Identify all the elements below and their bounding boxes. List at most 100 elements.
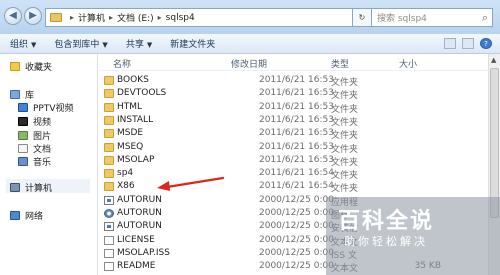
file-type: 文件夹	[331, 184, 359, 195]
help-icon[interactable]: ?	[480, 38, 492, 49]
file-type: 文件夹	[331, 144, 359, 155]
scrollbar-thumb[interactable]	[490, 68, 499, 218]
breadcrumb-computer[interactable]: 计算机	[78, 11, 105, 24]
refresh-button[interactable]: ↻	[352, 8, 372, 27]
star-icon	[10, 62, 20, 71]
share-button[interactable]: 共享 ▼	[126, 37, 152, 50]
chevron-down-icon: ▼	[146, 41, 153, 49]
include-in-library-label: 包含到库中	[54, 40, 100, 50]
network-icon	[10, 211, 20, 220]
nav-label: 视频	[33, 118, 52, 128]
computer-icon	[10, 183, 20, 192]
file-row[interactable]: MSDE 2011/6/21 16:53 文件夹	[99, 127, 479, 141]
column-header-name[interactable]: 名称	[113, 57, 131, 70]
breadcrumb-drive-e[interactable]: 文档 (E:)	[117, 11, 154, 24]
nav-label: 库	[25, 91, 35, 101]
command-toolbar: 组织 ▼ 包含到库中 ▼ 共享 ▼ 新建文件夹 ?	[0, 34, 500, 54]
new-folder-button[interactable]: 新建文件夹	[170, 37, 215, 50]
file-date: 2011/6/21 16:53	[259, 88, 334, 99]
organize-label: 组织	[10, 40, 29, 50]
file-name: MSDE	[117, 128, 144, 139]
folder-icon	[50, 13, 62, 22]
video-icon	[18, 117, 28, 126]
file-name: MSOLAP	[117, 154, 155, 165]
folder-icon	[104, 115, 114, 125]
organize-menu-button[interactable]: 组织 ▼	[10, 37, 36, 50]
file-type: 文件夹	[331, 171, 359, 182]
library-icon	[10, 90, 20, 99]
file-date: 2011/6/21 16:54	[259, 168, 334, 179]
nav-label: PPTV视频	[33, 104, 74, 114]
file-date: 2011/6/21 16:53	[259, 128, 334, 139]
forward-button[interactable]: ▶	[24, 7, 42, 25]
picture-icon	[18, 131, 28, 140]
folder-icon	[104, 182, 114, 192]
file-type: 文件夹	[331, 117, 359, 128]
file-name: HTML	[117, 101, 143, 112]
text-file-icon	[104, 262, 114, 272]
file-date: 2011/6/21 16:53	[259, 114, 334, 125]
include-in-library-button[interactable]: 包含到库中 ▼	[54, 37, 107, 50]
file-date: 2011/6/21 16:53	[259, 154, 334, 165]
breadcrumb-separator-icon: ▸	[157, 13, 162, 22]
address-input[interactable]: ▸ 计算机 ▸ 文档 (E:) ▸ sqlsp4	[45, 8, 362, 27]
file-row[interactable]: INSTALL 2011/6/21 16:53 文件夹	[99, 114, 479, 128]
file-row[interactable]: BOOKS 2011/6/21 16:53 文件夹	[99, 74, 479, 88]
file-row[interactable]: MSEQ 2011/6/21 16:53 文件夹	[99, 141, 479, 155]
column-header-size[interactable]: 大小	[399, 57, 417, 70]
file-type: 文件夹	[331, 104, 359, 115]
document-icon	[18, 144, 28, 153]
column-header-date[interactable]: 修改日期	[231, 57, 267, 70]
nav-label: 网络	[25, 212, 44, 222]
nav-item-pictures[interactable]: 图片	[18, 129, 51, 142]
file-row[interactable]: DEVTOOLS 2011/6/21 16:53 文件夹	[99, 87, 479, 102]
file-name: AUTORUN	[117, 194, 162, 205]
folder-icon	[104, 129, 114, 139]
folder-icon	[104, 169, 114, 179]
file-date: 2011/6/21 16:53	[259, 75, 334, 85]
column-header-type[interactable]: 类型	[331, 57, 349, 70]
nav-item-library[interactable]: 库	[10, 88, 34, 101]
file-row[interactable]: HTML 2011/6/21 16:53 文件夹	[99, 101, 479, 115]
file-name: MSEQ	[117, 141, 144, 152]
share-label: 共享	[125, 40, 144, 50]
autorun-ico-icon	[104, 209, 114, 218]
header-divider	[99, 70, 500, 71]
nav-item-network[interactable]: 网络	[10, 209, 43, 222]
file-type: 文件夹	[331, 78, 359, 88]
nav-item-music[interactable]: 音乐	[18, 155, 51, 168]
watermark-logo: 百科全说 助你轻松解决	[326, 197, 500, 275]
text-file-icon	[104, 235, 114, 245]
watermark-title: 百科全说	[338, 209, 435, 234]
folder-icon	[104, 142, 114, 152]
chevron-down-icon: ▼	[102, 41, 108, 49]
folder-icon	[104, 102, 114, 112]
nav-item-pptv[interactable]: PPTV视频	[18, 101, 74, 114]
scroll-up-icon[interactable]: ▲	[491, 56, 496, 64]
nav-label: 音乐	[33, 158, 52, 168]
file-type: 文件夹	[331, 91, 359, 102]
nav-label: 图片	[33, 132, 52, 142]
watermark-subtitle: 助你轻松解决	[344, 235, 428, 248]
annotation-arrow	[157, 176, 225, 191]
pptv-icon	[18, 103, 28, 112]
file-row[interactable]: MSOLAP 2011/6/21 16:53 文件夹	[99, 154, 479, 168]
nav-label: 收藏夹	[25, 63, 53, 73]
nav-item-video[interactable]: 视频	[18, 115, 51, 128]
nav-item-favorites[interactable]: 收藏夹	[10, 60, 52, 73]
breadcrumb-separator-icon: ▸	[109, 13, 114, 22]
breadcrumb-sqlsp4[interactable]: sqlsp4	[166, 13, 195, 23]
file-date: 2011/6/21 16:53	[259, 141, 334, 152]
view-options-icon[interactable]	[444, 38, 456, 49]
file-name: LICENSE	[117, 234, 155, 245]
preview-pane-icon[interactable]	[462, 38, 474, 49]
file-name: AUTORUN	[117, 221, 162, 232]
search-input[interactable]: 搜索 sqlsp4 ⌕	[371, 8, 493, 27]
nav-item-documents[interactable]: 文档	[18, 142, 51, 155]
file-date: 2000/12/25 0:00	[259, 194, 334, 205]
file-name: X86	[117, 181, 135, 192]
file-type: 文件夹	[331, 157, 359, 168]
nav-item-computer[interactable]: 计算机	[10, 181, 52, 194]
back-button[interactable]: ◀	[4, 7, 22, 25]
file-date: 2000/12/25 0:00	[259, 221, 334, 232]
